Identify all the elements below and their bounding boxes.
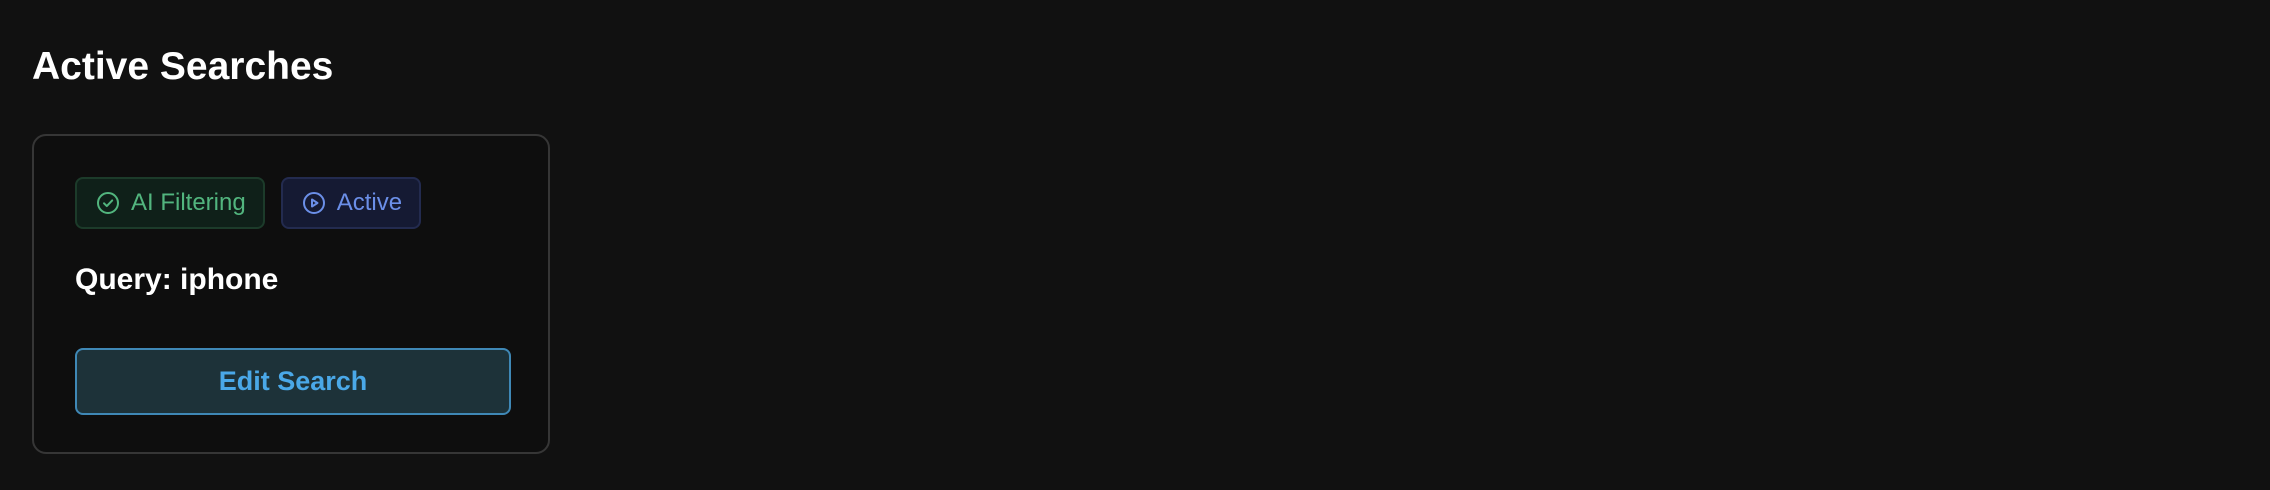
play-circle-icon — [302, 191, 326, 215]
status-badge: Active — [280, 177, 422, 229]
status-label: Active — [336, 189, 403, 216]
ai-filtering-badge: AI Filtering — [75, 177, 265, 229]
edit-search-button[interactable]: Edit Search — [75, 348, 511, 415]
page: Active Searches AI Filtering Active Quer… — [0, 0, 2270, 490]
page-title: Active Searches — [32, 45, 334, 88]
badge-row: AI Filtering Active — [75, 177, 422, 229]
search-query: Query: iphone — [75, 263, 279, 296]
check-circle-icon — [96, 191, 120, 215]
search-card: AI Filtering Active Query: iphone Edit S… — [32, 134, 550, 454]
ai-filtering-label: AI Filtering — [131, 189, 246, 216]
